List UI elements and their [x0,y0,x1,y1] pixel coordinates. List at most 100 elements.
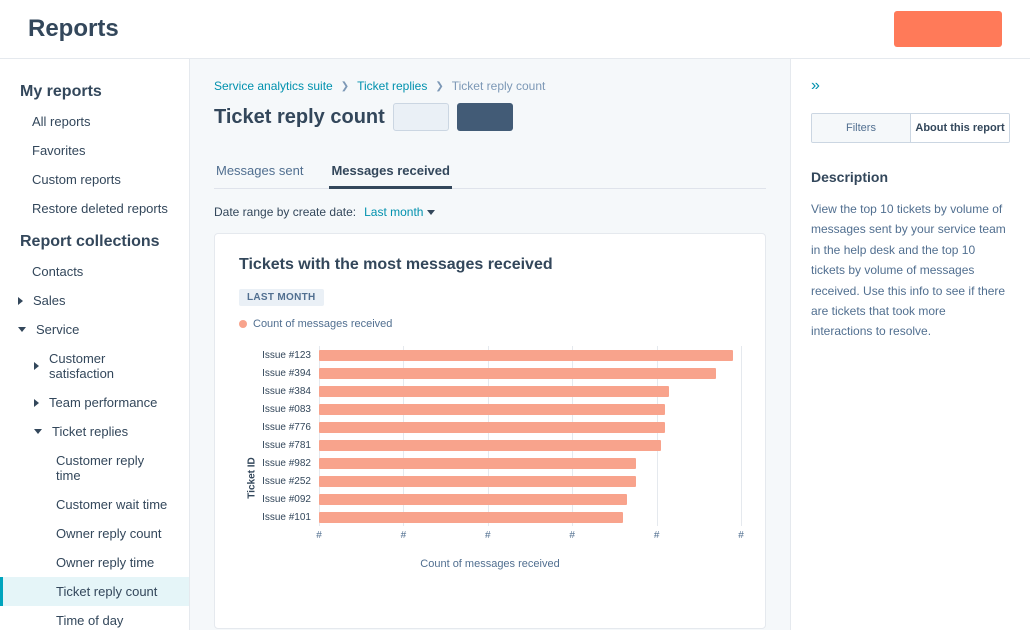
caret-down-icon [427,210,435,215]
chart-row: Issue #982 [319,454,741,472]
collapse-pane-icon[interactable]: » [811,77,1010,95]
sidebar-item-service[interactable]: Service [0,315,189,344]
breadcrumb-current: Ticket reply count [452,79,546,93]
bar-label: Issue #384 [262,386,311,397]
right-pane: » Filters About this report Description … [790,59,1030,630]
bar[interactable] [319,476,636,487]
x-tick: # [654,530,660,541]
tab-messages-sent[interactable]: Messages sent [214,155,305,188]
pane-tab-filters[interactable]: Filters [812,114,910,142]
sidebar-item-owner-reply-count[interactable]: Owner reply count [0,519,189,548]
sidebar-item-customer-satisfaction[interactable]: Customer satisfaction [0,344,189,388]
date-range-row: Date range by create date: Last month [214,205,766,219]
breadcrumb-service-analytics[interactable]: Service analytics suite [214,79,333,93]
sidebar: My reports All reports Favorites Custom … [0,59,190,630]
title-row: Ticket reply count [214,103,766,131]
bar[interactable] [319,440,661,451]
bar-label: Issue #123 [262,350,311,361]
subtabs: Messages sent Messages received [214,155,766,189]
sidebar-item-customer-reply-time[interactable]: Customer reply time [0,446,189,490]
app-title: Reports [28,15,119,43]
x-axis-label: Count of messages received [239,558,741,570]
tab-messages-received[interactable]: Messages received [329,155,452,188]
bar-label: Issue #092 [262,494,311,505]
bar[interactable] [319,368,716,379]
bar-label: Issue #083 [262,404,311,415]
sidebar-item-time-of-day[interactable]: Time of day [0,606,189,630]
bar[interactable] [319,494,627,505]
x-tick: # [401,530,407,541]
bar-label: Issue #776 [262,422,311,433]
bar-label: Issue #252 [262,476,311,487]
chart-row: Issue #083 [319,400,741,418]
sidebar-item-all-reports[interactable]: All reports [0,107,189,136]
date-range-dropdown[interactable]: Last month [364,205,435,219]
caret-down-icon [34,429,42,434]
description-heading: Description [811,169,1010,185]
x-tick: # [316,530,322,541]
legend-dot-icon [239,320,247,328]
sidebar-item-ticket-replies[interactable]: Ticket replies [0,417,189,446]
center-pane: Service analytics suite ❯ Ticket replies… [190,59,790,630]
action-button-light[interactable] [393,103,449,131]
sidebar-item-custom-reports[interactable]: Custom reports [0,165,189,194]
primary-cta-button[interactable] [894,11,1002,47]
sidebar-item-owner-reply-time[interactable]: Owner reply time [0,548,189,577]
sidebar-item-contacts[interactable]: Contacts [0,257,189,286]
bar-label: Issue #781 [262,440,311,451]
main: My reports All reports Favorites Custom … [0,59,1030,630]
date-range-label: Date range by create date: [214,205,356,219]
bar[interactable] [319,350,733,361]
y-axis-label: Ticket ID [246,457,257,499]
grid-line [741,346,742,526]
chart-plot-area: Issue #123Issue #394Issue #384Issue #083… [319,346,741,526]
caret-right-icon [18,297,23,305]
caret-right-icon [34,362,39,370]
content: Service analytics suite ❯ Ticket replies… [190,59,1030,630]
chart-row: Issue #394 [319,364,741,382]
chart-row: Issue #384 [319,382,741,400]
chart-row: Issue #781 [319,436,741,454]
bar[interactable] [319,512,623,523]
caret-right-icon [34,399,39,407]
sidebar-item-favorites[interactable]: Favorites [0,136,189,165]
chart-row: Issue #776 [319,418,741,436]
chart-row: Issue #252 [319,472,741,490]
description-body: View the top 10 tickets by volume of mes… [811,199,1010,342]
sidebar-section-collections: Report collections [0,223,189,257]
bar-label: Issue #101 [262,512,311,523]
topbar: Reports [0,0,1030,59]
x-axis: # # # # # # [319,530,741,546]
bar-label: Issue #982 [262,458,311,469]
bar-label: Issue #394 [262,368,311,379]
sidebar-item-customer-wait-time[interactable]: Customer wait time [0,490,189,519]
x-tick: # [569,530,575,541]
chart-title: Tickets with the most messages received [239,256,741,274]
sidebar-item-team-performance[interactable]: Team performance [0,388,189,417]
chart-row: Issue #092 [319,490,741,508]
sidebar-item-sales[interactable]: Sales [0,286,189,315]
bar[interactable] [319,422,665,433]
chart-row: Issue #101 [319,508,741,526]
breadcrumb: Service analytics suite ❯ Ticket replies… [214,79,766,93]
sidebar-section-my-reports: My reports [0,73,189,107]
breadcrumb-ticket-replies[interactable]: Ticket replies [357,79,427,93]
x-tick: # [738,530,744,541]
sidebar-item-ticket-reply-count[interactable]: Ticket reply count [0,577,189,606]
pane-tabs: Filters About this report [811,113,1010,143]
pane-tab-about[interactable]: About this report [910,114,1009,142]
action-button-dark[interactable] [457,103,513,131]
bar[interactable] [319,404,665,415]
chevron-right-icon: ❯ [435,81,443,92]
bar[interactable] [319,458,636,469]
chart-row: Issue #123 [319,346,741,364]
x-tick: # [485,530,491,541]
bar-chart: Ticket ID Issue #123Issue #394Issue #384… [239,346,741,610]
chevron-right-icon: ❯ [341,81,349,92]
chart-legend: Count of messages received [239,318,741,330]
chart-card: Tickets with the most messages received … [214,233,766,629]
page-title: Ticket reply count [214,106,385,129]
sidebar-item-restore-deleted[interactable]: Restore deleted reports [0,194,189,223]
bar[interactable] [319,386,669,397]
caret-down-icon [18,327,26,332]
